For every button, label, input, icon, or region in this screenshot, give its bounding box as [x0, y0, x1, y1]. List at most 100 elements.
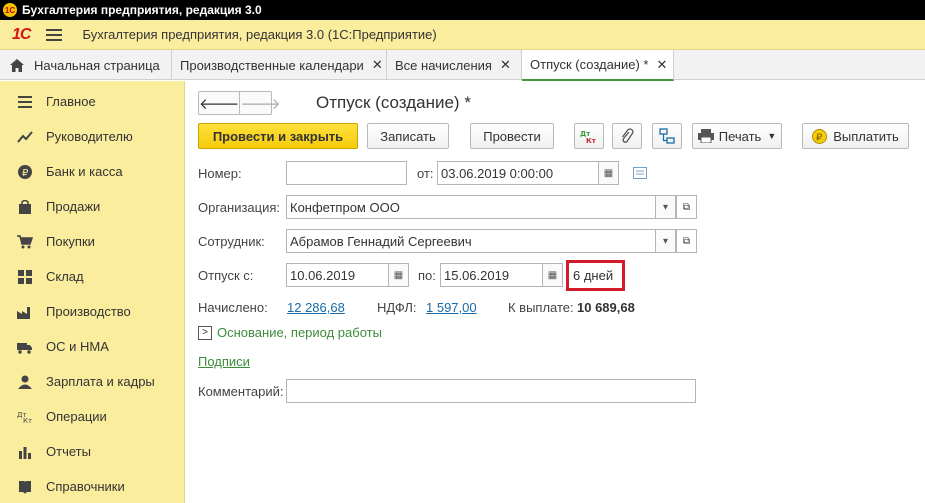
to-pay-value: 10 689,68: [577, 300, 635, 315]
save-button[interactable]: Записать: [367, 123, 449, 149]
printer-icon: [697, 129, 714, 143]
open-organization-button[interactable]: ⧉: [676, 195, 697, 219]
vacation-to-label: по:: [418, 268, 436, 283]
sidebar-item-label: Покупки: [46, 234, 95, 249]
vacation-to-value: 15.06.2019: [444, 267, 510, 283]
truck-icon: [16, 338, 34, 356]
sidebar-item-manager[interactable]: Руководителю: [0, 119, 184, 154]
basis-period-label: Основание, период работы: [217, 325, 382, 340]
post-and-close-button[interactable]: Провести и закрыть: [198, 123, 358, 149]
calendar-icon[interactable]: ▦: [542, 263, 563, 287]
tab-label: Все начисления: [395, 57, 492, 73]
sidebar-item-fixed-assets[interactable]: ОС и НМА: [0, 329, 184, 364]
close-icon[interactable]: ✕: [656, 57, 667, 73]
tab-all-accruals[interactable]: Все начисления ✕: [387, 50, 522, 80]
pay-label: Выплатить: [833, 128, 899, 144]
dt-kt-icon: ДтКт: [580, 130, 597, 144]
basis-period-expander[interactable]: > Основание, период работы: [198, 325, 382, 340]
employee-value: Абрамов Геннадий Сергеевич: [290, 233, 472, 249]
print-button[interactable]: Печать ▼: [692, 123, 782, 149]
sidebar-item-purchases[interactable]: Покупки: [0, 224, 184, 259]
vacation-to-field[interactable]: 15.06.2019 ▦: [440, 263, 563, 287]
app-header: 1С Бухгалтерия предприятия, редакция 3.0…: [0, 20, 925, 50]
sidebar-item-label: Отчеты: [46, 444, 91, 459]
open-link-icon: ⧉: [682, 235, 691, 247]
document-title: Отпуск (создание) *: [316, 93, 471, 112]
back-arrow-icon[interactable]: 🡐: [199, 92, 241, 114]
sidebar-item-label: Главное: [46, 94, 96, 109]
svg-text:Кт: Кт: [23, 417, 32, 424]
sidebar-item-directories[interactable]: Справочники: [0, 469, 184, 503]
document-toolbar: Провести и закрыть Записать Провести Дт К…: [198, 123, 918, 149]
app-title: Бухгалтерия предприятия, редакция 3.0 (1…: [82, 27, 437, 42]
forward-arrow-icon[interactable]: 🡒: [240, 92, 280, 114]
tab-label: Производственные календари: [180, 57, 364, 73]
accrued-link[interactable]: 12 286,68: [287, 300, 345, 315]
tab-home[interactable]: Начальная страница: [0, 50, 172, 80]
attach-button[interactable]: [612, 123, 642, 149]
comment-label: Комментарий:: [198, 384, 284, 399]
dropdown-arrow-icon[interactable]: ▾: [655, 229, 676, 253]
print-label: Печать: [718, 128, 762, 144]
organization-field[interactable]: Конфетпром ООО ▾: [286, 195, 676, 219]
post-button[interactable]: Провести: [470, 123, 554, 149]
sidebar-item-label: Руководителю: [46, 129, 133, 144]
date-label: от:: [417, 166, 434, 181]
vacation-days-count: 6 дней: [566, 260, 625, 291]
svg-text:₽: ₽: [816, 132, 823, 143]
number-field[interactable]: [286, 161, 407, 185]
accrued-label: Начислено:: [198, 300, 268, 315]
ruble-coin-icon: ₽: [16, 163, 34, 181]
employee-field[interactable]: Абрамов Геннадий Сергеевич ▾: [286, 229, 676, 253]
sidebar-item-label: Склад: [46, 269, 84, 284]
ruble-coin-icon: ₽: [812, 128, 828, 144]
sidebar-item-operations[interactable]: Дт Кт Операции: [0, 399, 184, 434]
book-icon: [16, 478, 34, 496]
sidebar: Главное Руководителю ₽ Банк и касса Прод…: [0, 81, 185, 503]
organization-value: Конфетпром ООО: [290, 199, 400, 215]
document-history-icon[interactable]: [633, 167, 647, 179]
dropdown-arrow-icon[interactable]: ▾: [655, 195, 676, 219]
chevron-right-icon: >: [198, 325, 212, 340]
sidebar-item-main[interactable]: Главное: [0, 84, 184, 119]
calendar-icon[interactable]: ▦: [388, 263, 409, 287]
main-menu-icon[interactable]: [46, 28, 63, 41]
vacation-from-label: Отпуск с:: [198, 268, 254, 283]
factory-icon: [16, 303, 34, 321]
sidebar-item-label: Производство: [46, 304, 131, 319]
menu-lines-icon: [16, 93, 34, 111]
tab-vacation-create[interactable]: Отпуск (создание) * ✕: [522, 50, 674, 81]
structure-button[interactable]: [652, 123, 682, 149]
sidebar-item-reports[interactable]: Отчеты: [0, 434, 184, 469]
sidebar-item-salary[interactable]: Зарплата и кадры: [0, 364, 184, 399]
vacation-from-field[interactable]: 10.06.2019 ▦: [286, 263, 409, 287]
logo-1c: 1С: [12, 25, 31, 43]
history-nav: 🡐 🡒: [198, 91, 280, 115]
dt-kt-icon: ДтКт: [16, 408, 34, 426]
sidebar-item-production[interactable]: Производство: [0, 294, 184, 329]
sidebar-item-bank[interactable]: ₽ Банк и касса: [0, 154, 184, 189]
close-icon[interactable]: ✕: [500, 57, 511, 73]
tab-production-calendars[interactable]: Производственные календари ✕: [172, 50, 387, 80]
to-pay-label: К выплате:: [508, 300, 574, 315]
close-icon[interactable]: ✕: [372, 57, 383, 73]
sidebar-item-sales[interactable]: Продажи: [0, 189, 184, 224]
sidebar-item-label: ОС и НМА: [46, 339, 109, 354]
sidebar-item-label: Справочники: [46, 479, 125, 494]
date-field[interactable]: 03.06.2019 0:00:00 ▦: [437, 161, 619, 185]
organization-label: Организация:: [198, 200, 281, 215]
vacation-from-value: 10.06.2019: [290, 267, 356, 283]
pay-button[interactable]: ₽ Выплатить: [802, 123, 909, 149]
sidebar-item-label: Зарплата и кадры: [46, 374, 155, 389]
open-employee-button[interactable]: ⧉: [676, 229, 697, 253]
tabs-bar: Начальная страница Производственные кале…: [0, 50, 925, 81]
comment-field[interactable]: [286, 379, 696, 403]
calendar-icon[interactable]: ▦: [598, 161, 619, 185]
sidebar-item-warehouse[interactable]: Склад: [0, 259, 184, 294]
sidebar-item-label: Операции: [46, 409, 107, 424]
ndfl-link[interactable]: 1 597,00: [426, 300, 477, 315]
tab-label: Отпуск (создание) *: [530, 57, 649, 72]
signatures-link[interactable]: Подписи: [198, 354, 250, 369]
dt-kt-button[interactable]: Дт Кт: [574, 123, 604, 149]
app-logo-icon: 1С: [3, 3, 17, 17]
